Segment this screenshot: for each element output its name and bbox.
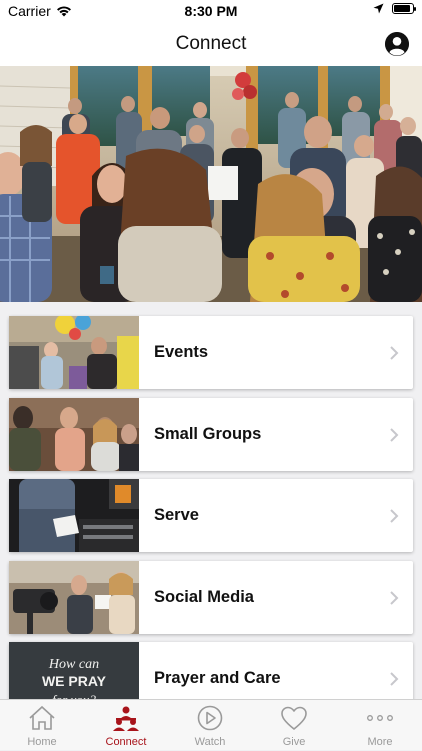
menu-item-small-groups[interactable]: Small Groups <box>9 398 413 471</box>
menu-item-label: Prayer and Care <box>154 669 281 687</box>
tab-label: Give <box>282 736 306 748</box>
tab-connect[interactable]: Connect <box>84 700 168 751</box>
menu-item-events[interactable]: Events <box>9 316 413 389</box>
hero-photo <box>0 66 422 302</box>
menu-item-prayer-and-care[interactable]: How can WE PRAY for you? Prayer and Care <box>9 642 413 699</box>
tab-give[interactable]: Give <box>252 700 336 751</box>
home-icon <box>29 705 55 730</box>
tab-label: Watch <box>194 736 226 748</box>
tab-label: More <box>367 736 393 748</box>
prayer-thumb-text: How can <box>48 657 99 672</box>
menu-item-label: Social Media <box>154 588 254 606</box>
tab-home[interactable]: Home <box>0 700 84 751</box>
tab-bar: Home Connect Watch Give More <box>0 699 422 750</box>
small-groups-thumbnail <box>9 398 139 471</box>
nav-header: Connect <box>0 22 422 66</box>
events-thumbnail <box>9 316 139 389</box>
tab-more[interactable]: More <box>338 700 422 751</box>
user-avatar-icon <box>385 32 409 56</box>
more-icon <box>367 715 393 721</box>
svg-text:for you?: for you? <box>52 692 96 699</box>
hero-image <box>0 66 422 302</box>
tab-label: Connect <box>105 736 147 748</box>
menu-item-label: Serve <box>154 506 199 524</box>
chevron-right-icon <box>390 346 399 360</box>
location-arrow-icon <box>373 3 384 14</box>
battery-level <box>394 5 410 12</box>
chevron-right-icon <box>390 591 399 605</box>
menu-item-social-media[interactable]: Social Media <box>9 561 413 634</box>
heart-icon <box>281 706 307 730</box>
battery-icon <box>392 3 416 14</box>
chevron-right-icon <box>390 672 399 686</box>
tab-watch[interactable]: Watch <box>168 700 252 751</box>
profile-button[interactable] <box>385 32 409 56</box>
prayer-and-care-thumbnail: How can WE PRAY for you? <box>9 642 139 699</box>
page-title: Connect <box>175 33 247 54</box>
social-media-thumbnail <box>9 561 139 634</box>
menu-item-label: Events <box>154 343 209 361</box>
play-icon <box>197 705 223 731</box>
menu-list: Events Small Groups Serve Social Media H… <box>0 302 422 699</box>
status-bar: Carrier 8:30 PM <box>0 0 422 22</box>
chevron-right-icon <box>390 428 399 442</box>
status-time: 8:30 PM <box>184 3 238 19</box>
serve-thumbnail <box>9 479 139 552</box>
tab-label: Home <box>27 736 57 748</box>
menu-item-serve[interactable]: Serve <box>9 479 413 552</box>
svg-text:WE PRAY: WE PRAY <box>42 673 107 689</box>
menu-item-label: Small Groups <box>154 425 262 443</box>
people-icon <box>113 706 139 731</box>
status-right <box>373 3 416 14</box>
chevron-right-icon <box>390 509 399 523</box>
